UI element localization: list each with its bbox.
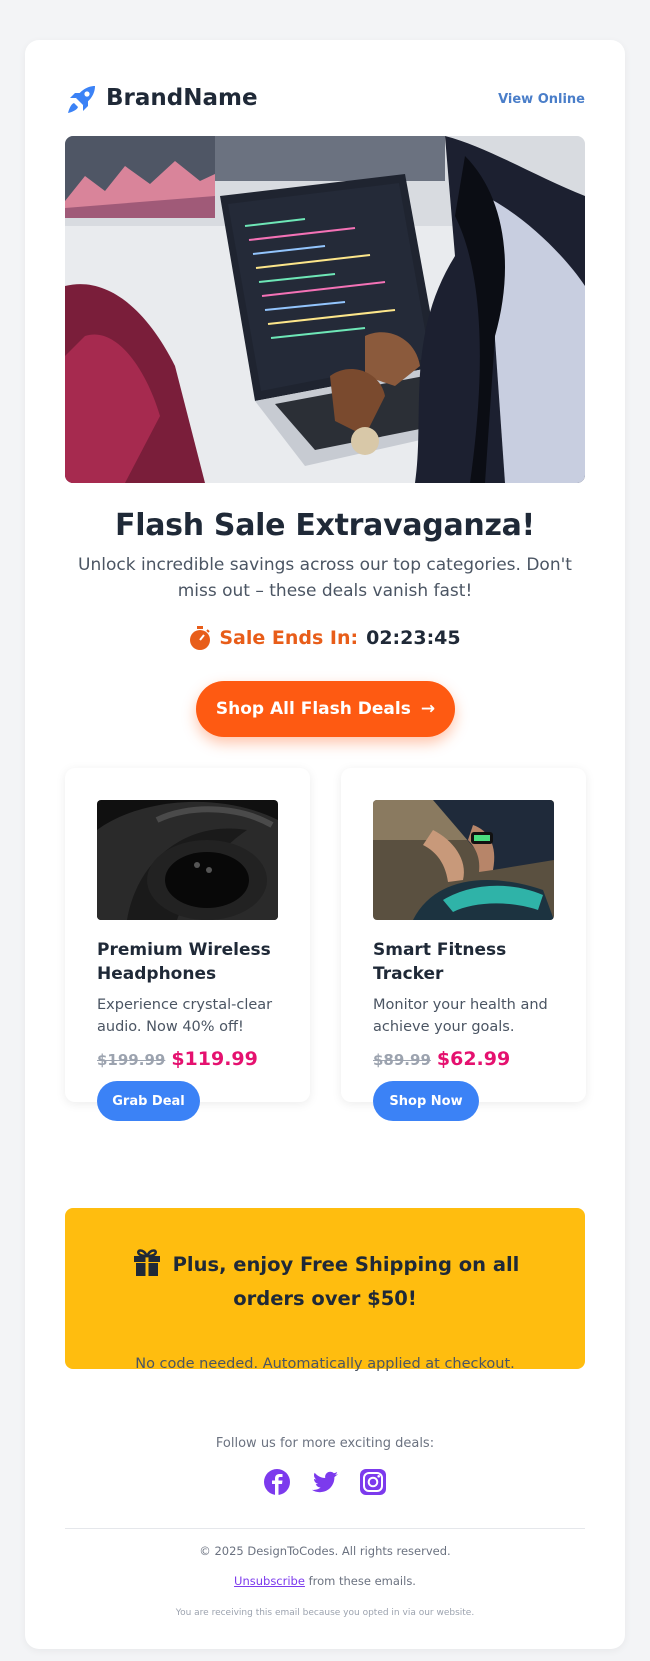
timer-label: Sale Ends In: xyxy=(219,627,359,649)
product-name: Smart Fitness Tracker xyxy=(373,940,507,984)
arrow-right-icon: → xyxy=(420,699,436,719)
sale-timer: Sale Ends In: 02:23:45 xyxy=(65,623,585,653)
facebook-icon[interactable] xyxy=(263,1468,291,1496)
old-price: $89.99 xyxy=(373,1051,431,1069)
footer-divider xyxy=(65,1528,585,1529)
hero-subtitle: Unlock incredible savings across our top… xyxy=(78,555,572,601)
product-card: Premium Wireless Headphones Experience c… xyxy=(65,768,310,1121)
product-name: Premium Wireless Headphones xyxy=(97,940,271,984)
product-image-fitness-tracker xyxy=(373,800,554,920)
fine-print: You are receiving this email because you… xyxy=(175,1608,475,1618)
shop-now-button[interactable]: Shop Now xyxy=(373,1081,479,1121)
shop-all-button-label: Shop All Flash Deals xyxy=(215,699,411,719)
free-shipping-title: Plus, enjoy Free Shipping on all orders … xyxy=(65,1245,585,1316)
new-price: $119.99 xyxy=(171,1048,258,1070)
twitter-icon[interactable] xyxy=(311,1468,339,1496)
new-price: $62.99 xyxy=(436,1048,511,1070)
price-row: $199.99 $119.99 xyxy=(97,1048,258,1070)
free-shipping-text: Plus, enjoy Free Shipping on all orders … xyxy=(172,1253,520,1310)
hero-image xyxy=(65,136,585,483)
view-online-link[interactable]: View Online xyxy=(498,92,585,107)
gift-icon xyxy=(133,1249,160,1276)
product-description: Experience crystal-clear audio. Now 40% … xyxy=(97,997,273,1035)
brand-name: BrandName xyxy=(106,85,258,111)
grab-deal-button[interactable]: Grab Deal xyxy=(97,1081,200,1121)
social-links xyxy=(65,1468,585,1498)
product-card: Smart Fitness Tracker Monitor your healt… xyxy=(341,768,586,1121)
unsubscribe-row: Unsubscribe from these emails. xyxy=(65,1574,585,1588)
product-image-headphones xyxy=(97,800,278,920)
timer-value: 02:23:45 xyxy=(366,627,461,649)
rocket-icon xyxy=(68,86,95,113)
free-shipping-subtitle: No code needed. Automatically applied at… xyxy=(135,1356,515,1372)
email-header: BrandName View Online xyxy=(65,80,585,120)
copyright: © 2025 DesignToCodes. All rights reserve… xyxy=(199,1544,451,1558)
shop-all-button[interactable]: Shop All Flash Deals → xyxy=(196,681,455,737)
product-description: Monitor your health and achieve your goa… xyxy=(373,997,548,1035)
unsubscribe-suffix: from these emails. xyxy=(304,1574,416,1588)
stopwatch-icon xyxy=(190,626,211,650)
price-row: $89.99 $62.99 xyxy=(373,1048,510,1070)
follow-text: Follow us for more exciting deals: xyxy=(215,1436,435,1451)
page-title: Flash Sale Extravaganza! xyxy=(115,508,535,543)
email-card: BrandName View Online Flash Sale Extrava… xyxy=(25,40,625,1649)
old-price: $199.99 xyxy=(97,1051,166,1069)
unsubscribe-link[interactable]: Unsubscribe xyxy=(234,1574,305,1588)
instagram-icon[interactable] xyxy=(359,1468,387,1496)
